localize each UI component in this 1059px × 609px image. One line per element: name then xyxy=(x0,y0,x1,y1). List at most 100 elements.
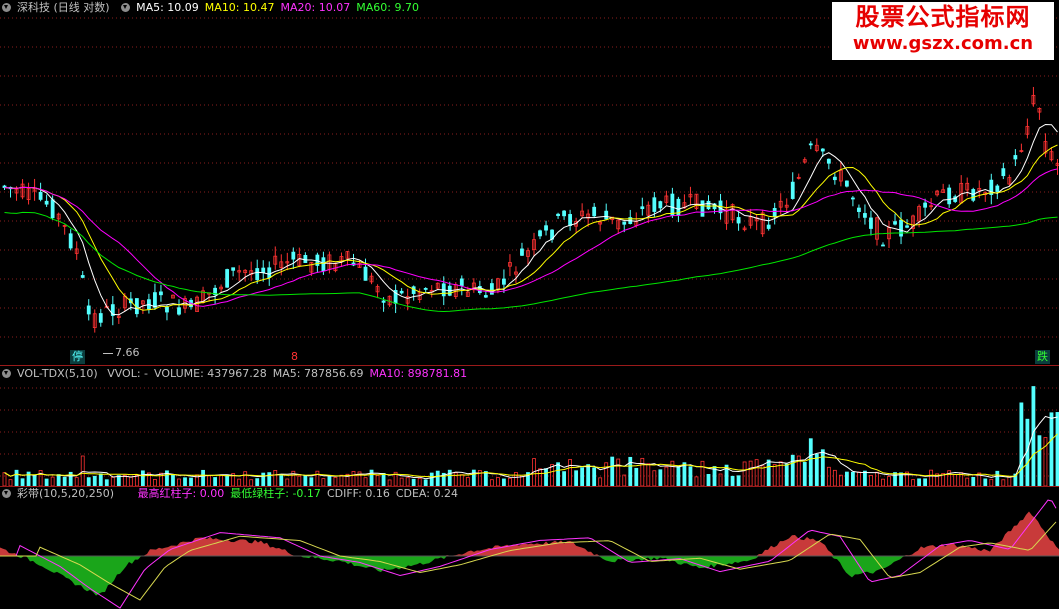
fall-tag: 跌 xyxy=(1035,350,1050,364)
volume-header: VOL-TDX(5,10) VVOL: - VOLUME: 437967.28 MA… xyxy=(0,366,479,382)
volume-bar xyxy=(333,477,338,486)
candle-body xyxy=(826,158,831,164)
volume-bar xyxy=(1019,402,1024,486)
volume-bar xyxy=(327,476,332,486)
candle-body xyxy=(86,305,91,315)
ma-value-2: MA20: 10.07 xyxy=(280,1,351,14)
volume-bar xyxy=(465,477,470,486)
band-value-3: CDEA: 0.24 xyxy=(395,487,458,500)
volume-bar xyxy=(754,459,759,486)
volume-bar xyxy=(989,478,994,486)
volume-bar xyxy=(417,478,422,486)
volume-bar xyxy=(826,466,831,486)
candle-body xyxy=(790,181,795,199)
indicator-dropdown-icon[interactable] xyxy=(121,3,131,12)
volume-bar xyxy=(742,461,747,486)
volume-indicator-list: VVOL: - VOLUME: 437967.28 MA5: 787856.69 MA… xyxy=(107,367,473,380)
volume-bar xyxy=(802,462,807,486)
color-band-chart[interactable] xyxy=(0,486,1059,609)
volume-bar xyxy=(92,475,97,486)
volume-value-1: VOLUME: 437967.28 xyxy=(154,367,267,380)
volume-dropdown-icon[interactable] xyxy=(2,369,11,378)
band-value-1: 最低绿柱子: -0.17 xyxy=(230,487,321,500)
volume-bar xyxy=(237,478,242,486)
candle-body xyxy=(267,267,272,278)
volume-bar xyxy=(32,474,37,486)
candle-body xyxy=(772,208,777,217)
volume-bar xyxy=(688,466,693,486)
volume-ma10-line xyxy=(4,433,1058,478)
candle-body xyxy=(592,206,597,217)
low-price-label: 7.66 xyxy=(101,346,142,360)
candle-body xyxy=(159,291,163,296)
volume-bar xyxy=(923,478,928,486)
band-indicator-list: 最高红柱子: 0.00 最低绿柱子: -0.17 CDIFF: 0.16 CDEA: … xyxy=(138,487,464,500)
volume-bar xyxy=(610,456,615,486)
candle-body xyxy=(995,185,1000,192)
color-band-panel[interactable]: 彩带(10,5,20,250) 最高红柱子: 0.00 最低绿柱子: -0.17 C… xyxy=(0,486,1059,609)
volume-bar xyxy=(20,478,25,486)
volume-bar xyxy=(622,474,627,486)
volume-bar xyxy=(646,463,651,486)
volume-bar xyxy=(297,475,302,486)
price-header: 深科技 (日线 对数) MA5: 10.09 MA10: 10.47 MA20: 1… xyxy=(0,0,431,16)
candle-body xyxy=(544,225,548,231)
candle-body xyxy=(303,255,308,264)
volume-bar xyxy=(520,476,524,486)
volume-bar xyxy=(399,477,404,486)
volume-bar xyxy=(568,459,573,486)
band-title: 彩带(10,5,20,250) xyxy=(17,487,115,500)
ma-value-1: MA10: 10.47 xyxy=(204,1,275,14)
volume-bar xyxy=(502,478,506,486)
band-dropdown-icon[interactable] xyxy=(2,489,11,498)
volume-bar xyxy=(279,475,284,486)
volume-bar xyxy=(177,478,181,486)
candle-body xyxy=(622,221,627,225)
volume-bar xyxy=(189,477,193,486)
volume-bar xyxy=(369,469,374,486)
candle-body xyxy=(321,257,326,272)
candle-body xyxy=(381,300,386,303)
volume-bar xyxy=(574,470,579,486)
volume-bar xyxy=(14,469,19,486)
volume-bar xyxy=(255,478,260,486)
candle-body xyxy=(736,217,741,224)
volume-bar xyxy=(219,474,224,486)
volume-bar xyxy=(857,471,861,486)
volume-bar xyxy=(820,449,825,486)
volume-bar xyxy=(339,474,344,486)
volume-bar xyxy=(700,460,705,486)
volume-bar xyxy=(411,478,416,486)
candle-body xyxy=(905,225,909,228)
volume-bar xyxy=(730,475,735,486)
volume-bar xyxy=(140,470,145,486)
candle-body xyxy=(38,191,43,200)
volume-chart[interactable] xyxy=(0,366,1059,486)
volume-bar xyxy=(363,477,368,486)
volume-bar xyxy=(429,472,434,486)
band-header: 彩带(10,5,20,250) 最高红柱子: 0.00 最低绿柱子: -0.17 C… xyxy=(0,486,470,502)
volume-bar xyxy=(838,474,843,486)
volume-bar xyxy=(604,462,609,486)
volume-bar xyxy=(134,474,139,486)
candle-body xyxy=(568,214,573,226)
candle-body xyxy=(640,206,645,210)
volume-panel[interactable]: VOL-TDX(5,10) VVOL: - VOLUME: 437967.28 MA… xyxy=(0,366,1059,486)
volume-bar xyxy=(971,477,976,486)
volume-value-2: MA5: 787856.69 xyxy=(272,367,364,380)
candle-body xyxy=(177,307,181,315)
dropdown-circle-icon[interactable] xyxy=(2,3,11,12)
volume-bar xyxy=(381,473,386,486)
volume-bar xyxy=(273,470,278,486)
volume-value-0: VVOL: - xyxy=(107,367,149,380)
candle-body xyxy=(556,213,560,216)
volume-bar xyxy=(748,460,753,486)
candle-body xyxy=(68,233,73,249)
candle-body xyxy=(869,217,873,229)
volume-bar xyxy=(50,476,55,486)
candle-body xyxy=(863,213,867,218)
volume-bar xyxy=(766,459,771,486)
candle-body xyxy=(50,199,55,219)
volume-bar xyxy=(508,477,512,486)
volume-bar xyxy=(128,476,133,486)
